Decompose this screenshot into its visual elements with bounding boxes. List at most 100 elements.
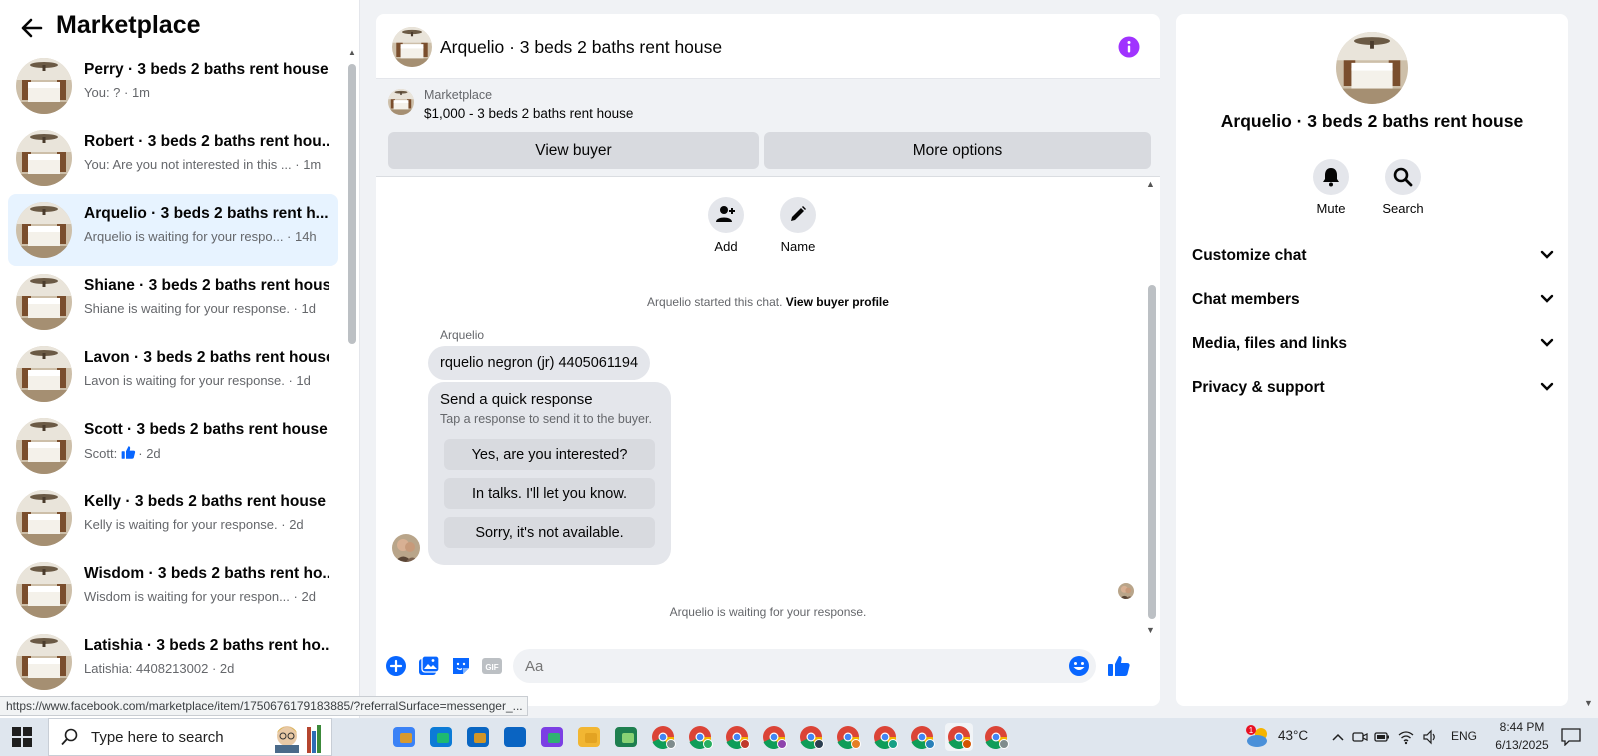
name-button[interactable] <box>780 197 816 233</box>
conversation-row[interactable]: Perry · 3 beds 2 baths rent house You: ? … <box>8 50 338 122</box>
conversation-thumbnail <box>16 130 72 186</box>
weather-icon[interactable]: 1 <box>1245 724 1273 750</box>
notification-center-icon[interactable] <box>1561 728 1581 747</box>
chat-title[interactable]: Arquelio · 3 beds 2 baths rent house <box>440 37 722 58</box>
view-buyer-button[interactable]: View buyer <box>388 132 759 169</box>
scroll-down-arrow-icon[interactable]: ▼ <box>1146 625 1155 635</box>
scroll-up-arrow-icon[interactable]: ▲ <box>346 48 358 60</box>
back-arrow-icon[interactable] <box>18 14 46 42</box>
sidebar-scrollbar[interactable] <box>348 64 356 344</box>
chrome-icon[interactable] <box>723 723 751 751</box>
chevron-down-icon <box>1540 379 1554 397</box>
search-label: Search <box>1382 201 1424 216</box>
listing-source: Marketplace <box>424 88 493 102</box>
conversation-preview: Wisdom is waiting for your respon... · 2… <box>84 589 316 604</box>
sender-avatar[interactable] <box>392 534 420 562</box>
conversation-preview: You: ? · 1m <box>84 85 151 100</box>
add-person-icon <box>716 205 736 226</box>
page-scroll-down-arrow-icon[interactable]: ▼ <box>1584 698 1593 708</box>
search-highlight-art-icon <box>269 723 325 753</box>
section-customize-chat[interactable]: Customize chat <box>1192 236 1554 276</box>
gif-icon[interactable]: GIF <box>481 655 503 677</box>
quick-response-button[interactable]: Yes, are you interested? <box>444 439 655 470</box>
chrome-icon[interactable] <box>686 723 714 751</box>
section-label: Privacy & support <box>1192 379 1325 396</box>
store-icon[interactable] <box>464 723 492 751</box>
chevron-down-icon <box>1540 247 1554 265</box>
conversation-sidebar: Marketplace Perry · 3 beds 2 baths rent … <box>0 0 360 718</box>
chevron-down-icon <box>1540 291 1554 309</box>
emoji-icon[interactable] <box>1068 655 1090 677</box>
image-attach-icon[interactable] <box>418 655 440 677</box>
mute-label: Mute <box>1316 201 1346 216</box>
conversation-title: Latishia · 3 beds 2 baths rent ho... <box>84 637 329 654</box>
chrome-icon[interactable] <box>871 723 899 751</box>
message-scrollbar[interactable] <box>1148 285 1156 619</box>
temperature-readout[interactable]: 43°C <box>1278 728 1308 743</box>
section-privacy-support[interactable]: Privacy & support <box>1192 368 1554 408</box>
conversation-row[interactable]: Robert · 3 beds 2 baths rent hou... You: … <box>8 122 338 194</box>
chrome-icon[interactable] <box>945 723 973 751</box>
speaker-icon[interactable] <box>1422 729 1438 745</box>
clock-date[interactable]: 6/13/2025 <box>1486 738 1558 752</box>
view-buyer-profile-link[interactable]: View buyer profile <box>786 295 889 309</box>
conversation-row[interactable]: Scott · 3 beds 2 baths rent house Scott: ·… <box>8 410 338 482</box>
conversation-row[interactable]: Latishia · 3 beds 2 baths rent ho... Lati… <box>8 626 338 698</box>
file-explorer-icon[interactable] <box>575 723 603 751</box>
taskbar-search-box[interactable]: Type here to search <box>48 718 332 756</box>
chrome-icon[interactable] <box>649 723 677 751</box>
chrome-icon[interactable] <box>834 723 862 751</box>
section-media-files-links[interactable]: Media, files and links <box>1192 324 1554 364</box>
thumbs-up-icon[interactable] <box>1107 654 1130 676</box>
wifi-icon[interactable] <box>1398 729 1414 745</box>
chrome-icon[interactable] <box>908 723 936 751</box>
mute-button[interactable]: Mute <box>1296 159 1366 216</box>
chrome-icon[interactable] <box>797 723 825 751</box>
conversation-row[interactable]: Arquelio · 3 beds 2 baths rent h... Arque… <box>8 194 338 266</box>
outlook-icon[interactable] <box>501 723 529 751</box>
sender-name: Arquelio <box>440 328 485 342</box>
seen-receipt-avatar <box>1118 583 1134 599</box>
chevron-up-icon[interactable] <box>1330 729 1346 745</box>
listing-bar: Marketplace $1,000 - 3 beds 2 baths rent… <box>376 79 1160 177</box>
panel-title: Arquelio · 3 beds 2 baths rent house <box>1220 111 1524 131</box>
info-icon[interactable] <box>1118 36 1140 58</box>
chat-avatar[interactable] <box>392 27 432 67</box>
plus-circle-icon[interactable] <box>385 655 407 677</box>
camera-icon[interactable] <box>1352 729 1368 745</box>
conversation-title: Lavon · 3 beds 2 baths rent house <box>84 349 329 366</box>
add-person-button[interactable] <box>708 197 744 233</box>
conversation-preview: Shiane is waiting for your response. · 1… <box>84 301 316 316</box>
chrome-icon[interactable] <box>760 723 788 751</box>
windows-taskbar: Type here to search 1 43°C ENG 8:44 PM 6… <box>0 718 1598 756</box>
message-bubble[interactable]: rquelio negron (jr) 4405061194 <box>428 346 651 380</box>
section-chat-members[interactable]: Chat members <box>1192 280 1554 320</box>
scroll-up-arrow-icon[interactable]: ▲ <box>1146 179 1155 189</box>
conversation-row[interactable]: Kelly · 3 beds 2 baths rent house Kelly i… <box>8 482 338 554</box>
conversation-row[interactable]: Shiane · 3 beds 2 baths rent house Shiane… <box>8 266 338 338</box>
sticker-icon[interactable] <box>450 655 472 677</box>
language-indicator[interactable]: ENG <box>1451 729 1477 743</box>
search-icon <box>61 728 79 746</box>
chrome-icon[interactable] <box>982 723 1010 751</box>
sidebar-header: Marketplace <box>0 0 359 52</box>
conversation-info-panel: Arquelio · 3 beds 2 baths rent house Mut… <box>1176 14 1568 706</box>
m365-icon[interactable] <box>538 723 566 751</box>
more-options-button[interactable]: More options <box>764 132 1151 169</box>
message-input[interactable] <box>513 649 1096 683</box>
listing-price-title[interactable]: $1,000 - 3 beds 2 baths rent house <box>424 106 633 121</box>
conversation-row[interactable]: Lavon · 3 beds 2 baths rent house Lavon i… <box>8 338 338 410</box>
conversation-title: Perry · 3 beds 2 baths rent house <box>84 61 329 78</box>
windows-start-icon[interactable] <box>12 727 32 747</box>
copilot-icon[interactable] <box>390 723 418 751</box>
edge-icon[interactable] <box>427 723 455 751</box>
clock-time[interactable]: 8:44 PM <box>1493 720 1551 734</box>
chat-window: Arquelio · 3 beds 2 baths rent house Mar… <box>376 14 1160 706</box>
app-icon[interactable] <box>612 723 640 751</box>
quick-response-button[interactable]: Sorry, it's not available. <box>444 517 655 548</box>
conversation-list: Perry · 3 beds 2 baths rent house You: ? … <box>0 50 346 698</box>
battery-icon[interactable] <box>1374 729 1390 745</box>
conversation-row[interactable]: Wisdom · 3 beds 2 baths rent ho... Wisdom… <box>8 554 338 626</box>
search-in-chat-button[interactable]: Search <box>1368 159 1438 216</box>
quick-response-button[interactable]: In talks. I'll let you know. <box>444 478 655 509</box>
